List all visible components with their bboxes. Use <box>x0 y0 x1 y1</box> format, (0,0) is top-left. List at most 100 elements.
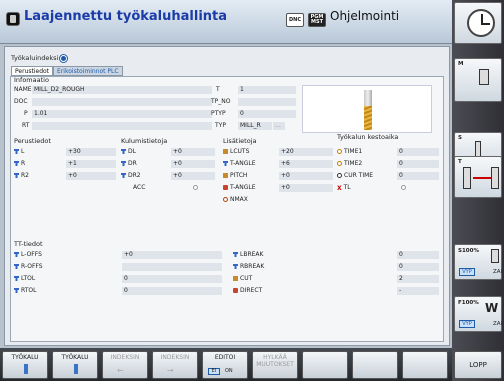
l-field[interactable]: +30 <box>66 148 116 156</box>
lisa-row-tangle: T-ANGLE +6 <box>223 160 333 168</box>
tpno-label: TP_NO <box>211 98 231 105</box>
perus-row-r2: R2 +0 <box>14 172 118 180</box>
m-function-status[interactable]: M <box>454 58 502 102</box>
tool-small-icon <box>14 252 19 257</box>
perus-title: Perustiedot <box>14 137 51 145</box>
vyp-badge: VYP <box>459 268 475 276</box>
cut-field[interactable]: 2 <box>397 275 439 283</box>
clock-button[interactable] <box>454 2 502 44</box>
tangle-field[interactable]: +6 <box>279 160 333 168</box>
tab-erikoistoiminnot-plc[interactable]: Erikoistoiminnot PLC <box>53 66 123 76</box>
tt-row-roffs: R-OFFS <box>14 263 224 271</box>
dl-field[interactable]: +0 <box>171 148 215 156</box>
empty-softkey-3[interactable] <box>402 351 448 379</box>
doc-field[interactable] <box>32 98 212 106</box>
pitch-field[interactable]: +0 <box>279 172 333 180</box>
m-label: M <box>458 61 464 67</box>
tool-down-softkey[interactable]: TYÖKALU <box>52 351 98 379</box>
lisa-label-lcuts: LCUTS <box>223 148 249 156</box>
perus-label-l: L <box>14 148 24 156</box>
name-row: NAME MILL_D2_ROUGH <box>14 86 214 94</box>
dr-field[interactable]: +0 <box>171 160 215 168</box>
kulum-title: Kulumistietoja <box>121 137 168 145</box>
tt-row-rtol: RTOL 0 <box>14 287 224 295</box>
angle-icon <box>223 161 228 166</box>
arrow-right-icon: → <box>167 366 174 375</box>
cut-icon <box>233 276 238 281</box>
tt-row-rbreak: RBREAK 0 <box>233 263 443 271</box>
typ-field[interactable]: MILL_R <box>238 122 272 130</box>
operating-mode-title: Ohjelmointi <box>330 9 400 23</box>
rt-row: RT <box>14 122 214 130</box>
perus-label-r2: R2 <box>14 172 29 180</box>
header-bar: Laajennettu työkaluhallinta DNC PGM MST … <box>0 0 452 44</box>
lock-icon: X <box>337 185 342 192</box>
edit-toggle-softkey[interactable]: EDITOI EI ON <box>202 351 248 379</box>
kesto-title: Työkalun kestoaika <box>337 133 399 141</box>
ptyp-field[interactable]: 0 <box>238 110 296 118</box>
dr2-field[interactable]: +0 <box>171 172 215 180</box>
r-field[interactable]: +1 <box>66 160 116 168</box>
lisa-row-lcuts: LCUTS +20 <box>223 148 333 156</box>
direct-field[interactable]: - <box>397 287 439 295</box>
zar-label-2: ZAI <box>493 321 503 327</box>
discard-changes-softkey[interactable]: HYLKÄÄ MUUTOKSET <box>252 351 298 379</box>
arrow-left-icon: ← <box>117 366 124 375</box>
loffs-field[interactable]: +0 <box>122 251 222 259</box>
tl-checkbox[interactable] <box>401 185 406 190</box>
tangle2-field[interactable]: +0 <box>279 184 333 192</box>
lisa-title: Lisätietoja <box>223 137 257 145</box>
acc-checkbox[interactable] <box>193 185 198 190</box>
empty-softkey-2[interactable] <box>352 351 398 379</box>
kulum-row-dl: DL +0 <box>121 148 217 156</box>
softkey-bar: TYÖKALU TYÖKALU INDEKSIN ← INDEKSIN → ED… <box>0 348 452 381</box>
time1-field[interactable]: 0 <box>397 148 439 156</box>
tool-up-softkey[interactable]: TYÖKALU <box>2 351 48 379</box>
t-field[interactable]: 1 <box>238 86 296 94</box>
tt-title: TT-tiedot <box>14 240 43 248</box>
rbreak-field[interactable]: 0 <box>397 263 439 271</box>
tool-small-icon <box>14 173 19 178</box>
p-label: P <box>24 110 28 117</box>
name-field[interactable]: MILL_D2_ROUGH <box>32 86 212 94</box>
time2-field[interactable]: 0 <box>397 160 439 168</box>
perus-label-r: R <box>14 160 25 168</box>
coolant-icon <box>479 69 489 85</box>
tool-status[interactable]: T <box>454 156 502 198</box>
tpno-field[interactable] <box>238 98 296 106</box>
spindle-override[interactable]: S100% VYP ZAI <box>454 244 502 280</box>
r2-field[interactable]: +0 <box>66 172 116 180</box>
rtol-field[interactable]: 0 <box>122 287 222 295</box>
breadcrumb-label: Työkaluindeksi <box>11 54 59 62</box>
kesto-row-time2: TIME2 0 <box>337 160 441 168</box>
tab-perustiedot[interactable]: Perustiedot <box>11 66 54 76</box>
tool-shank-icon <box>364 90 372 106</box>
lbreak-field[interactable]: 0 <box>397 251 439 259</box>
feed-wave-icon: W <box>485 301 499 315</box>
arrow-down-icon <box>74 364 78 374</box>
tt-label-lbreak: LBREAK <box>233 251 263 259</box>
tool-small-icon <box>121 149 126 154</box>
tt-row-ltol: LTOL 0 <box>14 275 224 283</box>
rt-field[interactable] <box>32 122 212 130</box>
p-field[interactable]: 1.01 <box>32 110 212 118</box>
feed-override[interactable]: F100% W VYP ZAI <box>454 296 502 332</box>
typ-dropdown-button[interactable]: … <box>273 122 285 130</box>
tool-small-icon <box>14 161 19 166</box>
tool-small-icon <box>121 161 126 166</box>
lisa-label-nmax: NMAX <box>223 196 248 204</box>
index-next-softkey[interactable]: INDEKSIN → <box>152 351 198 379</box>
pitch-icon <box>223 173 228 178</box>
curtime-field[interactable]: 0 <box>397 172 439 180</box>
info-title: Infomaatio <box>14 76 49 84</box>
roffs-field[interactable] <box>122 263 222 271</box>
index-prev-softkey[interactable]: INDEKSIN ← <box>102 351 148 379</box>
s-label: S <box>458 135 462 141</box>
kesto-label-time1: TIME1 <box>337 148 362 156</box>
lcuts-field[interactable]: +20 <box>279 148 333 156</box>
tpno-row: TP_NO <box>211 98 298 106</box>
ltol-field[interactable]: 0 <box>122 275 222 283</box>
end-softkey[interactable]: LOPP <box>454 351 502 379</box>
empty-softkey-1[interactable] <box>302 351 348 379</box>
kesto-row-curtime: CUR TIME 0 <box>337 172 441 180</box>
